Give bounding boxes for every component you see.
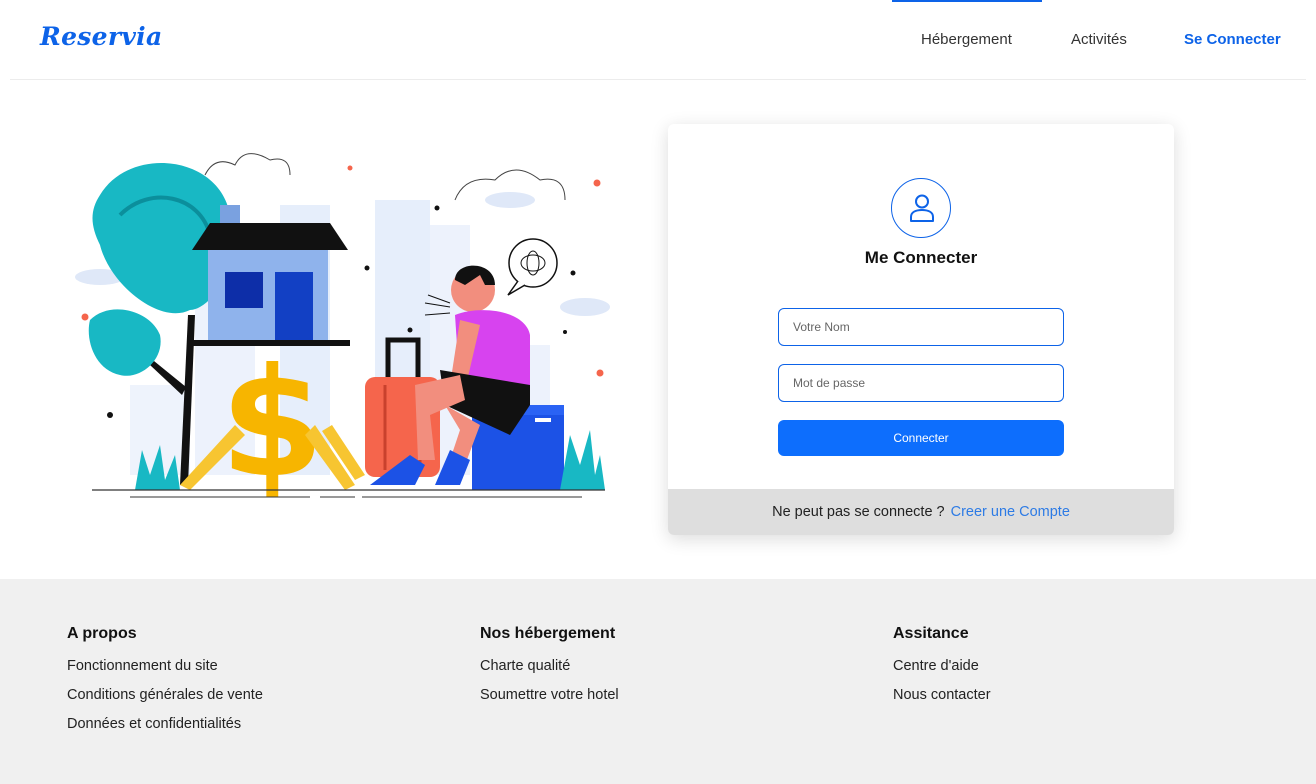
illustration-svg: $ (75, 153, 610, 511)
site-header: Reservia Hébergement Activités Se Connec… (10, 0, 1306, 80)
footer-link[interactable]: Centre d'aide (893, 658, 991, 674)
hero-illustration: $ (70, 135, 615, 511)
user-icon (910, 194, 934, 222)
footer-column-assistance: Assitance Centre d'aide Nous contacter (893, 625, 991, 716)
create-account-link[interactable]: Creer une Compte (951, 504, 1070, 520)
footer-link[interactable]: Charte qualité (480, 658, 619, 674)
footer-column-hebergement: Nos hébergement Charte qualité Soumettre… (480, 625, 619, 716)
active-nav-indicator (892, 0, 1042, 2)
password-input[interactable] (778, 364, 1064, 402)
login-card: Me Connecter Connecter Ne peut pas se co… (668, 124, 1174, 535)
footer-link[interactable]: Données et confidentialités (67, 716, 263, 732)
svg-text:$: $ (220, 337, 324, 505)
cannot-login-text: Ne peut pas se connecte ? (772, 504, 945, 520)
card-footer: Ne peut pas se connecte ? Creer une Compt… (668, 489, 1174, 535)
footer-link[interactable]: Soumettre votre hotel (480, 687, 619, 703)
footer-link[interactable]: Fonctionnement du site (67, 658, 263, 674)
nav-login[interactable]: Se Connecter (1184, 31, 1281, 48)
footer-column-about: A propos Fonctionnement du site Conditio… (67, 625, 263, 745)
footer-link[interactable]: Nous contacter (893, 687, 991, 703)
name-input[interactable] (778, 308, 1064, 346)
site-footer: A propos Fonctionnement du site Conditio… (0, 579, 1316, 784)
footer-heading: A propos (67, 625, 137, 642)
nav-hebergement[interactable]: Hébergement (921, 31, 1012, 48)
logo[interactable]: Reservia (40, 22, 162, 51)
connect-button[interactable]: Connecter (778, 420, 1064, 456)
nav-activites[interactable]: Activités (1071, 31, 1127, 48)
footer-heading: Assitance (893, 625, 969, 642)
user-avatar (891, 178, 951, 238)
footer-link[interactable]: Conditions générales de vente (67, 687, 263, 703)
footer-heading: Nos hébergement (480, 625, 616, 642)
login-title: Me Connecter (864, 248, 978, 267)
